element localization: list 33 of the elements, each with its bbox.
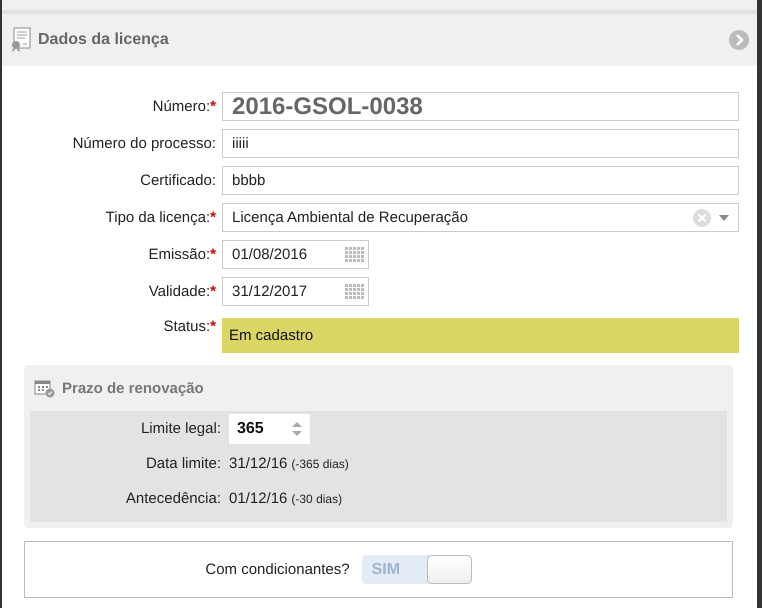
certificate-icon — [10, 27, 32, 53]
date-value: 01/12/16 — [229, 490, 288, 507]
days-note: (-30 dias) — [291, 492, 342, 506]
field-label: Data limite: — [146, 454, 221, 474]
select-field[interactable]: Licença Ambiental de Recuperação — [222, 203, 739, 232]
date-field[interactable]: 31/12/2017 — [222, 277, 369, 306]
chevron-right-icon[interactable] — [729, 30, 749, 50]
field-label: Antecedência: — [126, 489, 221, 509]
field-label: Emissão:* — [148, 246, 216, 263]
dropdown-arrow-icon[interactable] — [719, 214, 729, 220]
date-value: 31/12/16 — [229, 455, 288, 472]
section-title: Prazo de renovação — [62, 380, 204, 396]
field-label: Limite legal: — [140, 419, 221, 439]
field-label: Número:* — [152, 98, 216, 115]
field-label: Número do processo: — [72, 135, 216, 152]
text-field[interactable]: 2016-GSOL-0038 — [222, 92, 739, 121]
field-label: Com condicionantes? — [205, 561, 350, 578]
calendar-icon[interactable] — [344, 246, 364, 264]
field-label: Validade:* — [148, 283, 216, 300]
field-label: Tipo da licença:* — [106, 209, 216, 226]
calendar-icon[interactable] — [344, 282, 364, 300]
panel-title: Dados da licença — [38, 31, 170, 49]
text-field[interactable]: bbbb — [222, 166, 739, 195]
field-label: Certificado: — [140, 172, 216, 189]
date-field[interactable]: 01/08/2016 — [222, 240, 369, 269]
status-bar: Em cadastro — [222, 318, 739, 353]
days-note: (-365 dias) — [291, 456, 349, 470]
text-field[interactable]: iiiii — [222, 129, 739, 158]
calendar-check-icon — [34, 378, 56, 398]
field-label: Status:* — [163, 317, 216, 335]
number-field[interactable]: 365 — [229, 414, 310, 444]
clear-icon[interactable] — [693, 208, 711, 226]
spinner-arrows-icon[interactable] — [292, 420, 302, 436]
